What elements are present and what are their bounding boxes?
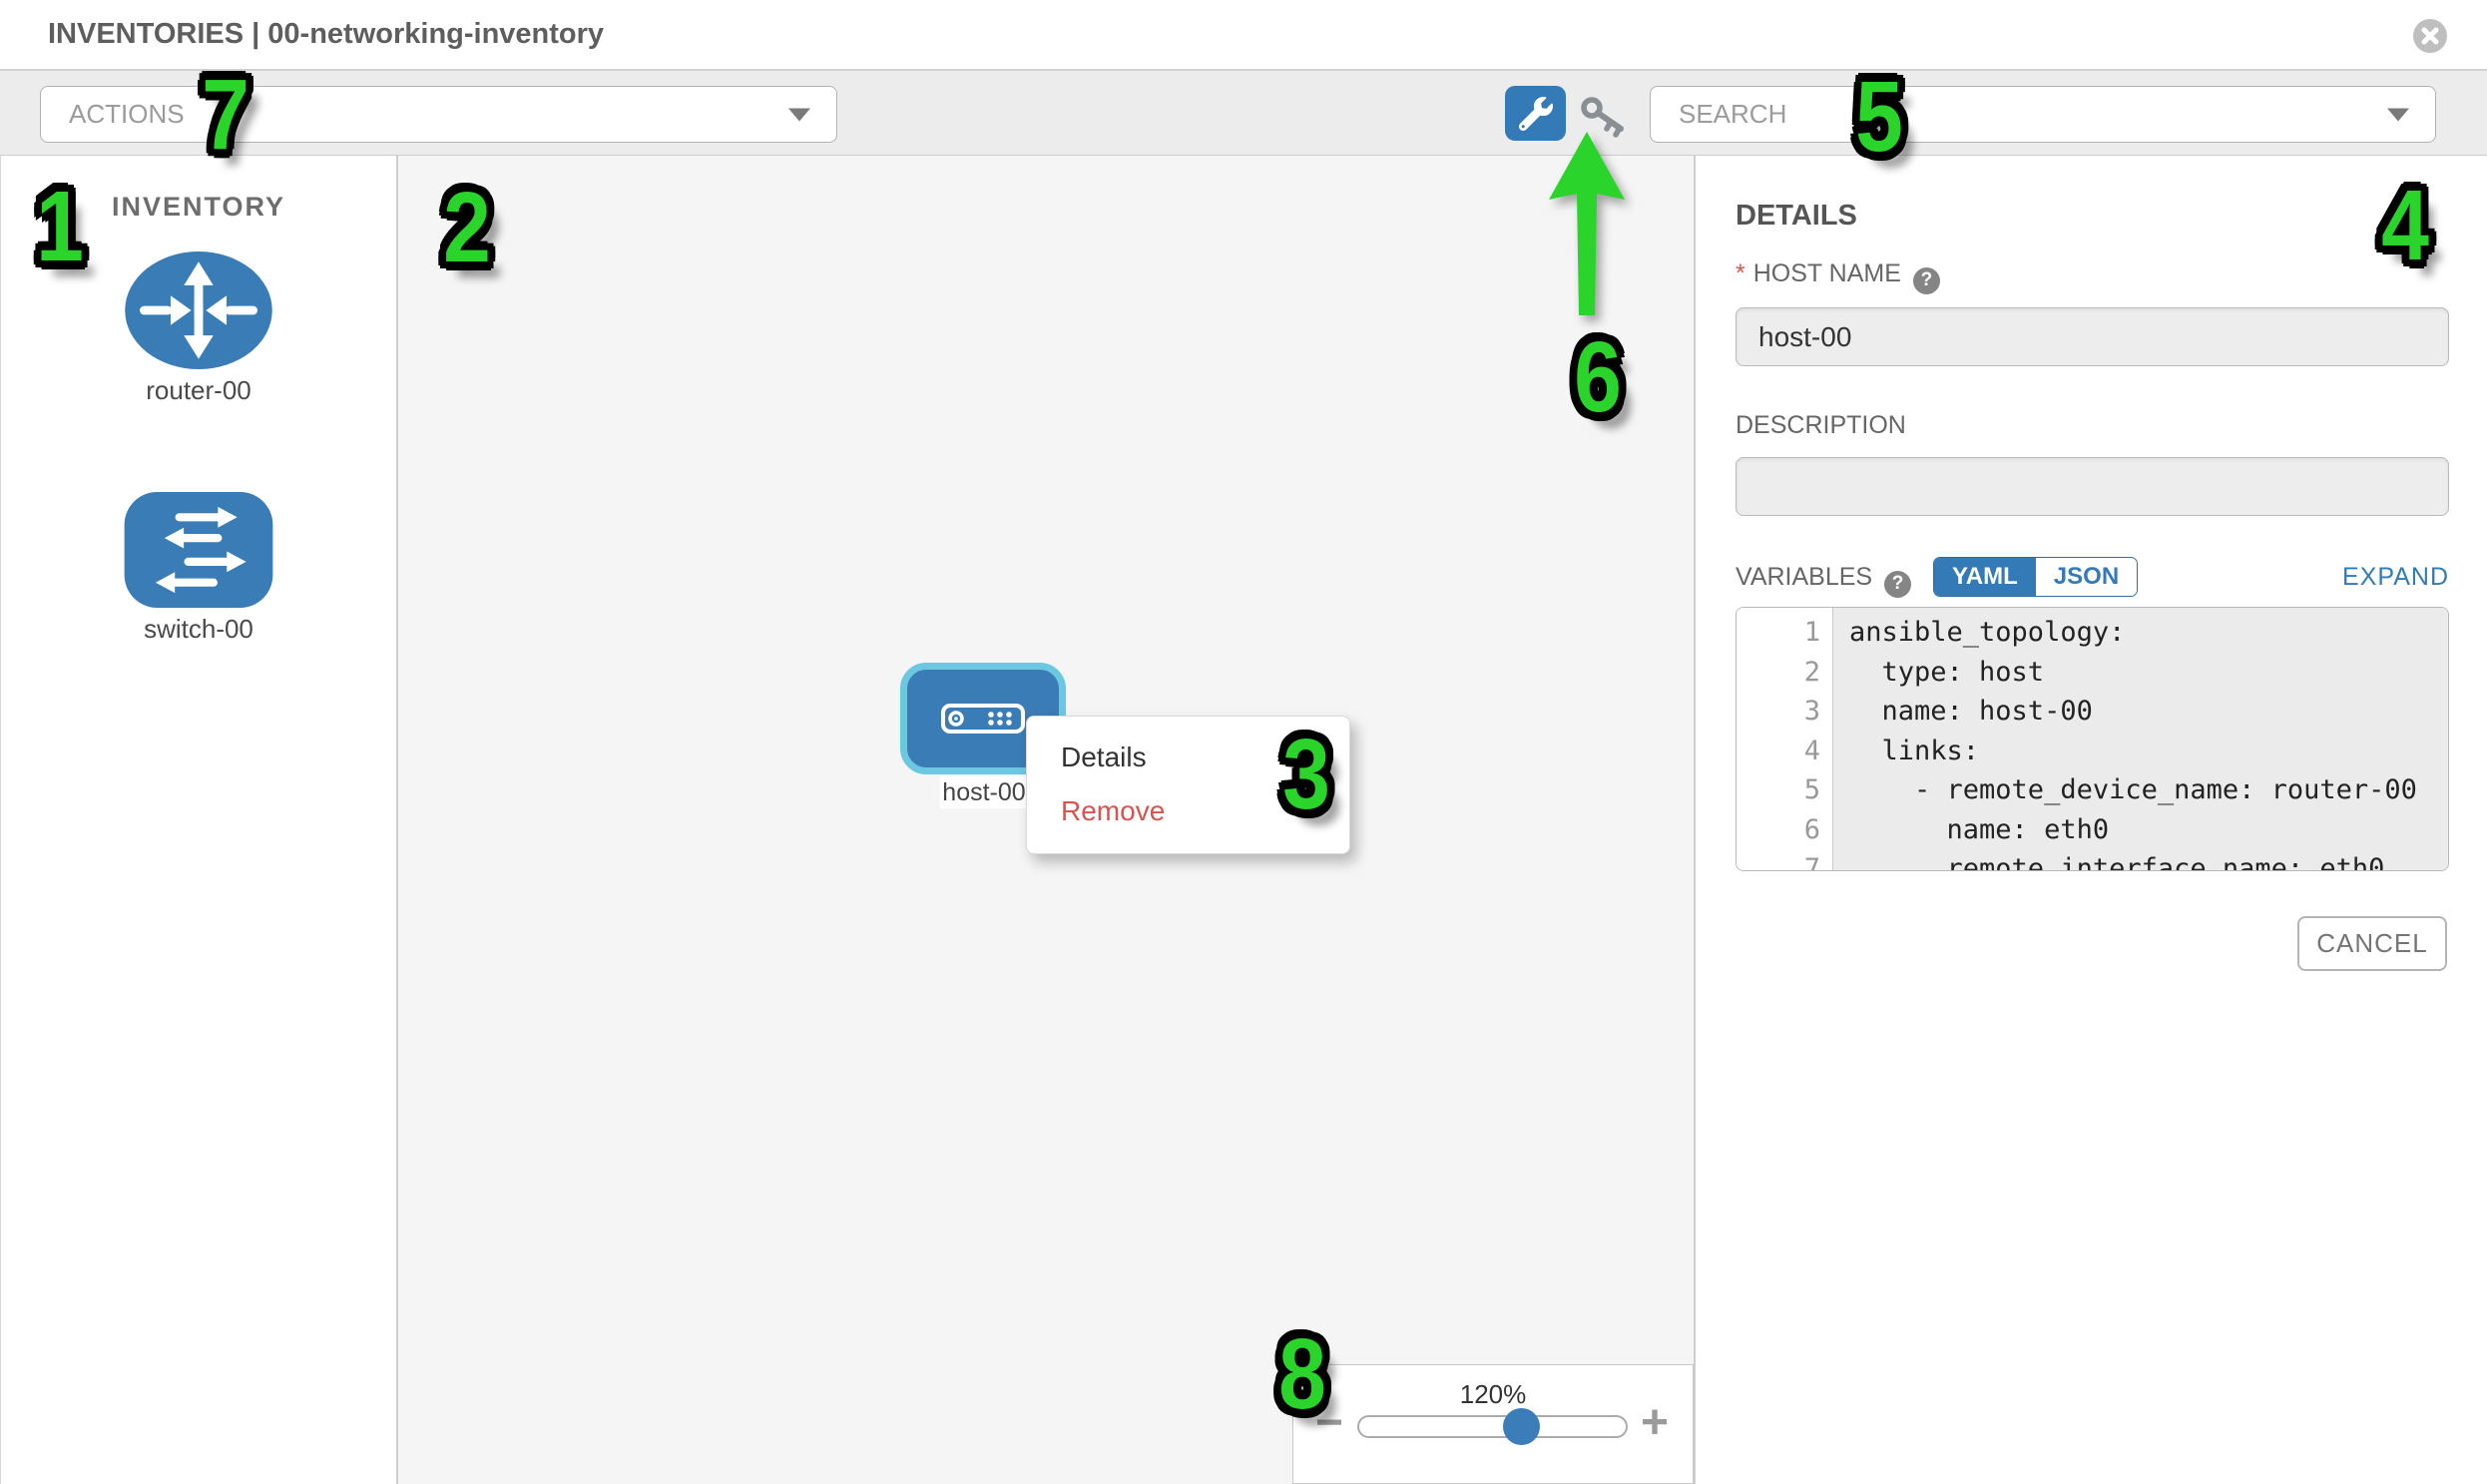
zoom-in-button[interactable]: + xyxy=(1641,1399,1669,1447)
inventory-sidebar: INVENTORY router-00 xyxy=(0,156,398,1484)
host-node-label: host-00 xyxy=(940,776,1028,808)
actions-dropdown-label: ACTIONS xyxy=(69,99,185,130)
wrench-icon xyxy=(1519,97,1553,131)
host-name-input[interactable] xyxy=(1736,307,2449,366)
description-label: DESCRIPTION xyxy=(1736,411,1906,440)
details-panel: DETAILS *HOST NAME? DESCRIPTION VARIABLE… xyxy=(1694,156,2487,1484)
annotation-2: 2 xyxy=(420,172,515,283)
details-panel-title: DETAILS xyxy=(1736,200,1857,233)
page-title: INVENTORIES | 00-networking-inventory xyxy=(48,18,604,51)
header: INVENTORIES | 00-networking-inventory xyxy=(0,0,2487,71)
switch-icon xyxy=(124,492,273,608)
editor-code-lines: ansible_topology: type: host name: host-… xyxy=(1833,608,2448,870)
required-asterisk: * xyxy=(1736,259,1745,287)
annotation-8: 8 xyxy=(1255,1318,1350,1430)
palette-item-label: switch-00 xyxy=(144,614,253,645)
inventory-topology-app: INVENTORIES | 00-networking-inventory AC… xyxy=(0,0,2487,1484)
chevron-down-icon xyxy=(788,108,810,121)
help-icon[interactable]: ? xyxy=(1884,571,1911,598)
router-icon xyxy=(125,251,272,369)
editor-line-numbers: 1 2 3 4 5 6 7 xyxy=(1737,608,1833,870)
tab-yaml[interactable]: YAML xyxy=(1934,558,2036,596)
annotation-4: 4 xyxy=(2358,170,2453,281)
search-dropdown[interactable]: SEARCH xyxy=(1650,86,2436,143)
variables-code-editor[interactable]: 1 2 3 4 5 6 7 ansible_topology: type: ho… xyxy=(1736,607,2449,871)
variables-row: VARIABLES? YAML JSON EXPAND xyxy=(1736,555,2449,597)
close-button[interactable] xyxy=(2413,19,2447,53)
description-input[interactable] xyxy=(1736,457,2449,516)
variables-label: VARIABLES? xyxy=(1736,563,1911,598)
actions-dropdown[interactable]: ACTIONS xyxy=(40,86,837,143)
toolbar: ACTIONS SEARCH xyxy=(0,71,2487,156)
annotation-5: 5 xyxy=(1832,61,1927,173)
expand-link[interactable]: EXPAND xyxy=(2342,563,2449,592)
host-icon xyxy=(941,704,1025,734)
help-icon[interactable]: ? xyxy=(1913,267,1940,294)
annotation-7: 7 xyxy=(179,59,273,171)
chevron-down-icon xyxy=(2387,108,2409,121)
close-icon xyxy=(2413,19,2447,53)
zoom-level-value: 120% xyxy=(1293,1379,1693,1410)
annotation-arrow-up xyxy=(1537,128,1641,327)
zoom-widget: 120% − + xyxy=(1292,1364,1694,1484)
annotation-1: 1 xyxy=(13,171,108,282)
search-dropdown-label: SEARCH xyxy=(1679,99,1786,130)
format-toggle: YAML JSON xyxy=(1933,557,2138,597)
cancel-button[interactable]: CANCEL xyxy=(2297,916,2447,971)
tab-json[interactable]: JSON xyxy=(2036,558,2137,596)
zoom-slider-thumb[interactable] xyxy=(1503,1408,1540,1445)
annotation-3: 3 xyxy=(1259,719,1354,830)
host-name-label: *HOST NAME? xyxy=(1736,259,1940,294)
topology-canvas[interactable]: host-00 Details Remove 120% − + xyxy=(398,156,1694,1484)
annotation-6: 6 xyxy=(1551,321,1646,433)
zoom-slider-track[interactable] xyxy=(1357,1415,1628,1438)
palette-item-label: router-00 xyxy=(146,375,251,406)
palette-item-switch[interactable]: switch-00 xyxy=(1,492,396,645)
